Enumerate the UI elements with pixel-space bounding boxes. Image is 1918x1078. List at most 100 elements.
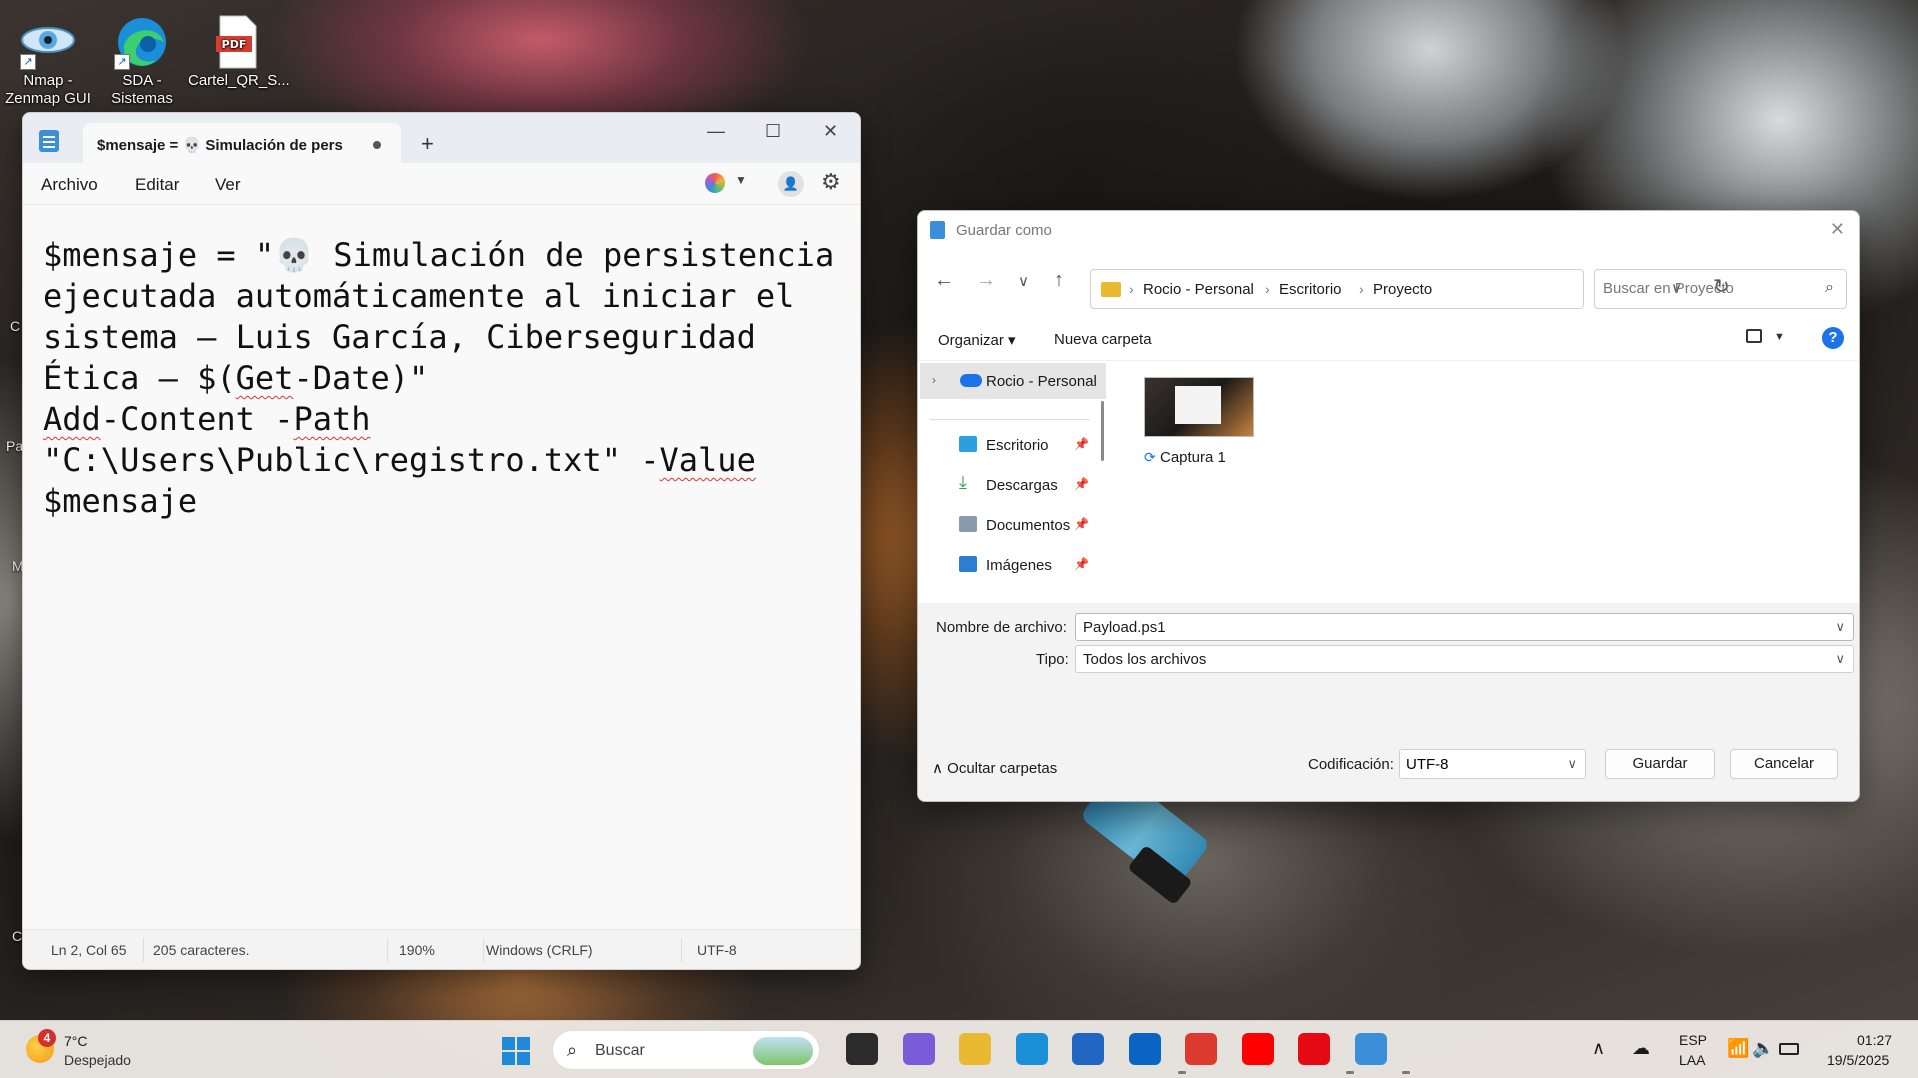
file-explorer-icon[interactable] [959,1033,991,1065]
cancel-button[interactable]: Cancelar [1730,749,1838,779]
nav-item-onedrive[interactable]: › Rocio - Personal [918,365,1104,397]
desktop-icon-sda-sistemas[interactable]: ↗ SDA - Sistemas [94,8,190,108]
search-input[interactable] [1603,280,1803,297]
chevron-down-icon[interactable]: ▼ [735,173,747,187]
encoding-select[interactable]: UTF-8 ∨ [1399,749,1586,779]
filename-field[interactable]: Payload.ps1 ∨ [1075,613,1854,641]
tab-mensaje[interactable]: $mensaje = 💀 Simulación de pers [83,123,401,163]
back-arrow-icon[interactable]: ← [934,269,954,292]
notepad-titlebar[interactable]: $mensaje = 💀 Simulación de pers + — ☐ ✕ [23,113,860,163]
pin-icon[interactable]: 📌 [1074,437,1089,451]
svg-text:PDF: PDF [222,38,247,51]
edge-icon[interactable] [1015,1033,1048,1065]
help-icon[interactable]: ? [1822,327,1844,349]
chevron-down-icon[interactable]: ∨ [1835,651,1845,667]
notification-badge: 4 [38,1029,56,1047]
language-indicator-top[interactable]: ESP [1679,1032,1707,1048]
clock-date[interactable]: 19/5/2025 [1827,1052,1889,1068]
minimize-button[interactable]: — [707,121,725,142]
view-layout-icon[interactable] [1746,329,1762,343]
hide-folders-button[interactable]: ∧ Ocultar carpetas [932,759,1057,777]
maximize-button[interactable]: ☐ [765,121,781,142]
volume-icon[interactable]: 🔈 [1752,1038,1774,1059]
pin-icon[interactable]: 📌 [1074,477,1089,491]
chrome-icon[interactable] [1185,1033,1217,1065]
desktop-icon-cartel-pdf[interactable]: PDF Cartel_QR_S... [188,8,290,90]
start-button[interactable] [502,1037,530,1065]
onedrive-icon [960,374,982,387]
dialog-titlebar[interactable]: Guardar como ✕ [918,211,1859,249]
language-indicator-bottom[interactable]: LAA [1679,1052,1705,1068]
breadcrumb-item[interactable]: Rocio - Personal [1143,281,1254,298]
address-bar[interactable]: › Rocio - Personal › Escritorio › Proyec… [1090,269,1584,309]
notepad-window: $mensaje = 💀 Simulación de pers + — ☐ ✕ … [22,112,861,970]
onedrive-offline-icon[interactable]: ☁ [1632,1038,1650,1059]
status-zoom[interactable]: 190% [399,942,435,958]
close-button[interactable]: ✕ [1830,219,1845,240]
new-tab-button[interactable]: + [421,131,434,157]
pin-icon[interactable]: 📌 [1074,517,1089,531]
nav-item-escritorio[interactable]: Escritorio 📌 [918,429,1104,461]
status-line-endings[interactable]: Windows (CRLF) [486,942,593,958]
file-list-area[interactable]: ⟳ Captura 1 [1114,361,1859,603]
chevron-up-icon[interactable]: ∧ [1592,1038,1605,1059]
battery-icon[interactable] [1779,1043,1799,1055]
text-line: Add-Content -Path "C:\Users\Public\regis… [43,400,776,520]
pin-icon[interactable]: 📌 [1074,557,1089,571]
nav-item-descargas[interactable]: ⤓ Descargas 📌 [918,469,1104,501]
desktop-icon-label-partial: Pa [6,438,24,454]
sync-pending-icon: ⟳ [1144,449,1156,465]
file-type-select[interactable]: Todos los archivos ∨ [1075,645,1854,673]
copilot-icon[interactable] [902,1033,935,1065]
chevron-down-icon[interactable]: ▼ [1774,331,1785,343]
microsoft-store-icon[interactable] [1072,1033,1104,1065]
menu-editar[interactable]: Editar [135,175,179,195]
recent-locations-chevron-icon[interactable]: ∨ [1018,272,1029,290]
notepad-text-area[interactable]: $mensaje = "💀 Simulación de persistencia… [23,205,860,929]
netflix-icon[interactable] [1298,1033,1330,1065]
chevron-right-icon[interactable]: › [932,373,936,387]
status-encoding[interactable]: UTF-8 [697,942,737,958]
notepad-icon[interactable] [1354,1033,1387,1065]
status-cursor-position[interactable]: Ln 2, Col 65 [51,942,127,958]
account-icon[interactable]: 👤 [778,171,804,197]
nav-item-documentos[interactable]: Documentos 📌 [918,509,1104,541]
search-box[interactable]: ⌕ [1594,269,1847,309]
taskbar: 4 7°C Despejado ⌕ Buscar ∧ ☁ ESP LAA 📶 🔈… [0,1020,1918,1078]
wifi-icon[interactable]: 📶 [1727,1038,1749,1059]
shortcut-arrow-icon: ↗ [20,54,36,70]
close-button[interactable]: ✕ [823,121,838,142]
shortcut-arrow-icon: ↗ [114,54,130,70]
running-indicator [1346,1071,1354,1074]
menu-ver[interactable]: Ver [215,175,241,195]
notepad-icon [39,130,59,152]
breadcrumb-item[interactable]: Proyecto [1373,281,1432,298]
save-button[interactable]: Guardar [1605,749,1715,779]
settings-gear-icon[interactable]: ⚙ [821,169,841,195]
unsaved-dot-icon[interactable] [373,141,381,149]
download-icon: ⤓ [959,472,967,492]
chevron-down-icon[interactable]: ∨ [1835,619,1845,635]
clock-time[interactable]: 01:27 [1857,1032,1892,1048]
breadcrumb-item[interactable]: Escritorio [1279,281,1342,298]
new-folder-button[interactable]: Nueva carpeta [1054,331,1152,348]
forward-arrow-icon[interactable]: → [976,269,996,292]
nav-divider [930,419,1090,420]
outlook-icon[interactable] [1128,1033,1161,1065]
desktop-icon-nmap[interactable]: ↗ Nmap - Zenmap GUI [0,8,96,108]
pictures-icon [959,556,977,572]
pdf-icon: PDF [208,14,264,70]
menu-archivo[interactable]: Archivo [41,175,98,195]
dialog-toolbar: Organizar ▾ Nueva carpeta ▼ ? [918,309,1859,361]
chevron-down-icon[interactable]: ∨ [1567,756,1577,772]
youtube-icon[interactable] [1241,1033,1274,1065]
nav-item-label: Documentos [986,517,1071,534]
taskbar-search[interactable]: ⌕ Buscar [552,1030,820,1070]
nav-item-label: Escritorio [986,437,1049,454]
task-view-icon[interactable] [846,1033,878,1065]
copilot-icon[interactable] [705,173,725,193]
organize-button[interactable]: Organizar ▾ [938,331,1016,349]
up-arrow-icon[interactable]: ↑ [1054,269,1064,292]
nav-item-imagenes[interactable]: Imágenes 📌 [918,549,1104,581]
search-icon[interactable]: ⌕ [1825,279,1834,297]
